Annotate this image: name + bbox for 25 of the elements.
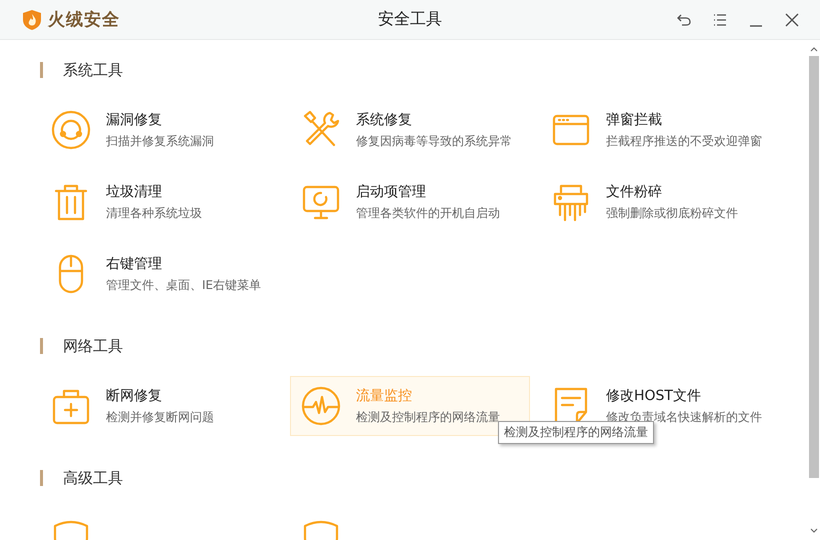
tool-name: 系统修复 bbox=[356, 110, 413, 128]
tool-name: 漏洞修复 bbox=[106, 110, 163, 128]
tool-name: 修改HOST文件 bbox=[606, 386, 702, 404]
tool-description: 检测并修复断网问题 bbox=[106, 408, 214, 426]
tool-name: 流量监控 bbox=[356, 386, 413, 404]
tool-name: 弹窗拦截 bbox=[606, 110, 663, 128]
window-title: 安全工具 bbox=[377, 9, 443, 30]
section-heading: 高级工具 bbox=[63, 468, 123, 488]
tool-description: 拦截程序推送的不受欢迎弹窗 bbox=[606, 132, 762, 150]
tool-name: 断网修复 bbox=[106, 386, 163, 404]
tool-description: 修复因病毒等导致的系统异常 bbox=[356, 132, 512, 150]
tool-name: 右键管理 bbox=[106, 254, 163, 272]
app-logo-text: 火绒安全 bbox=[48, 9, 120, 31]
tool-description: 管理文件、桌面、IE右键菜单 bbox=[106, 276, 262, 294]
section-heading: 网络工具 bbox=[63, 336, 123, 356]
tool-description: 检测及控制程序的网络流量 bbox=[356, 408, 500, 426]
tool-name: 垃圾清理 bbox=[106, 182, 163, 200]
tool-name: 启动项管理 bbox=[356, 182, 427, 200]
tool-name: 文件粉碎 bbox=[606, 182, 663, 200]
section-heading: 系统工具 bbox=[63, 60, 123, 80]
tool-description: 扫描并修复系统漏洞 bbox=[106, 132, 214, 150]
tool-description: 管理各类软件的开机自启动 bbox=[356, 204, 500, 222]
tool-description: 清理各种系统垃圾 bbox=[106, 204, 202, 222]
tooltip: 检测及控制程序的网络流量 bbox=[498, 421, 654, 444]
tool-description: 强制删除或彻底粉碎文件 bbox=[606, 204, 738, 222]
